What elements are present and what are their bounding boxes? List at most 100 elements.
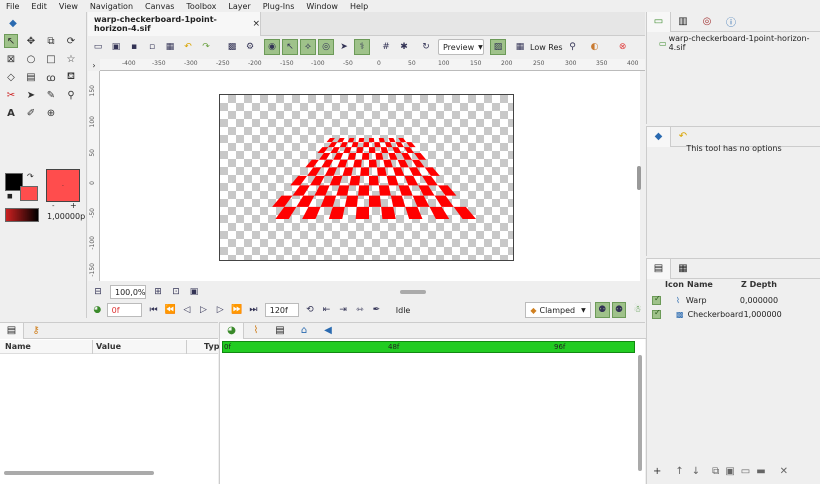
show-tangents-icon[interactable]: ⟡ <box>300 39 316 55</box>
canvas-browser-tab-icon[interactable]: ▭ <box>647 11 671 32</box>
next-keyframe-icon[interactable]: ⏩ <box>229 302 244 318</box>
next-frame-icon[interactable]: ▷ <box>213 302 228 318</box>
render-icon[interactable]: ▩ <box>224 39 240 55</box>
close-tab-icon[interactable]: × <box>252 19 260 29</box>
open-file-icon[interactable]: ▣ <box>108 39 124 55</box>
animation-mode-icon[interactable]: ◕ <box>90 302 105 318</box>
zoom-in-icon[interactable]: ⊞ <box>150 284 166 300</box>
menu-view[interactable]: View <box>53 2 84 11</box>
jack-icon[interactable]: ⇿ <box>352 302 367 318</box>
delete-layer-icon[interactable]: ▬ <box>756 466 765 477</box>
rotate-tool-icon[interactable]: ⟳ <box>64 34 78 48</box>
bounds-icon[interactable]: ⇤ <box>319 302 334 318</box>
ruler-corner-icon[interactable]: › <box>88 59 100 71</box>
zoom-out-icon[interactable]: ⊟ <box>90 284 106 300</box>
transform-tool-icon[interactable]: ↖ <box>4 34 18 48</box>
menu-help[interactable]: Help <box>344 2 374 11</box>
polygon-tool-icon[interactable]: ◇ <box>4 70 18 84</box>
scale-tool-icon[interactable]: ⧉ <box>44 34 58 48</box>
width-handles-icon[interactable]: ➤ <box>336 39 352 55</box>
gradient-swatch[interactable] <box>5 208 39 222</box>
menu-navigation[interactable]: Navigation <box>84 2 139 11</box>
navigator-tab-icon[interactable]: ◎ <box>695 12 719 32</box>
bounds-end-icon[interactable]: ⇥ <box>336 302 351 318</box>
timetrack-tab-icon[interactable]: ◕ <box>220 322 244 339</box>
params-column-type[interactable]: Typ <box>204 342 219 351</box>
width-tool-icon[interactable]: ➤ <box>24 88 38 102</box>
layer-visible-checkbox[interactable] <box>652 308 661 319</box>
raise-layer-icon[interactable]: ↑ <box>675 466 683 477</box>
keyframes-tab-icon[interactable]: ⚷ <box>24 323 48 339</box>
interpolation-dropdown[interactable]: ◆ Clamped ▼ <box>525 302 591 318</box>
low-res-toggle-icon[interactable]: ▦ <box>512 39 528 55</box>
params-column-name[interactable]: Name <box>5 342 31 351</box>
grid-icon[interactable]: # <box>378 39 394 55</box>
spline-tool-icon[interactable]: ꭃ <box>44 70 58 84</box>
brush-size-increase[interactable]: + <box>70 201 77 210</box>
pen-keyframe-icon[interactable]: ✒ <box>369 302 384 318</box>
brush-size-decrease[interactable]: - <box>52 202 55 210</box>
params-hscroll-thumb[interactable] <box>4 471 154 475</box>
layers-column-name[interactable]: Name <box>687 280 713 289</box>
preview-dropdown[interactable]: Preview ▼ <box>438 39 484 55</box>
reset-colors-icon[interactable]: ◼ <box>7 192 13 200</box>
show-vertices-icon[interactable]: ↖ <box>282 39 298 55</box>
refresh-icon[interactable]: ↻ <box>418 39 434 55</box>
duplicate-layer-icon[interactable]: ⧉ <box>712 466 719 477</box>
curves-tab-icon[interactable]: ⌇ <box>244 323 268 339</box>
show-radius-icon[interactable]: ◎ <box>318 39 334 55</box>
cutout-tool-icon[interactable]: ✂ <box>4 88 18 102</box>
params-tab-icon[interactable]: ▤ <box>0 322 24 339</box>
zoom-field[interactable]: 100,0% <box>110 285 146 299</box>
zoom-tool-icon[interactable]: ⊕ <box>44 106 58 120</box>
menu-layer[interactable]: Layer <box>222 2 256 11</box>
prev-keyframe-icon[interactable]: ⏪ <box>163 302 178 318</box>
save-all-icon[interactable]: ▦ <box>162 39 178 55</box>
timetrack-vscroll-thumb[interactable] <box>638 355 642 471</box>
stop-render-icon[interactable]: ⊗ <box>615 39 631 55</box>
time-slider[interactable]: 0f 48f 96f <box>222 341 635 353</box>
show-handles-icon[interactable]: ◉ <box>264 39 280 55</box>
group-layer-icon[interactable]: ▭ <box>741 466 750 477</box>
end-frame-field[interactable]: 120f <box>264 303 299 317</box>
layer-row-checkerboard[interactable]: ▩ Checkerboard 1,000000 <box>647 307 820 321</box>
smooth-move-tool-icon[interactable]: ✥ <box>24 34 38 48</box>
current-frame-field[interactable]: 0f <box>106 303 143 317</box>
mirror-tool-icon[interactable]: ⊠ <box>4 52 18 66</box>
encapsulate-layer-icon[interactable]: ▣ <box>725 466 734 477</box>
play-icon[interactable]: ▷ <box>196 302 211 318</box>
save-icon[interactable]: ▪ <box>126 39 142 55</box>
sound-panel-tab-icon[interactable]: ◀ <box>316 323 340 339</box>
star-tool-icon[interactable]: ☆ <box>64 52 78 66</box>
menu-toolbox[interactable]: Toolbox <box>180 2 222 11</box>
params-column-value[interactable]: Value <box>96 342 121 351</box>
bone-handles-icon[interactable]: ⚕ <box>354 39 370 55</box>
new-file-icon[interactable]: ▭ <box>90 39 106 55</box>
canvas-vscroll-thumb[interactable] <box>637 166 641 190</box>
onion-skin-icon[interactable]: ✱ <box>396 39 412 55</box>
layer-row-warp[interactable]: ⌇ Warp 0,000000 <box>647 293 820 307</box>
swap-colors-icon[interactable]: ↷ <box>27 172 34 181</box>
fill-tool-icon[interactable]: ⛾ <box>64 70 78 84</box>
toolbox-tab-icon[interactable]: ◆ <box>6 16 20 30</box>
library-tab-icon[interactable]: ▥ <box>671 12 695 32</box>
rectangle-tool-icon[interactable]: □ <box>44 52 58 66</box>
lock-past-keyframe-icon[interactable]: ⚉ <box>594 302 610 318</box>
sketch-tool-icon[interactable]: ✐ <box>24 106 38 120</box>
sound-icon[interactable]: ◐ <box>587 39 603 55</box>
magnifier-icon[interactable]: ⚲ <box>565 39 581 55</box>
gradient-tool-icon[interactable]: ▤ <box>24 70 38 84</box>
prev-frame-icon[interactable]: ◁ <box>180 302 195 318</box>
sets-tab-icon[interactable]: ▦ <box>671 259 695 279</box>
cut-layer-icon[interactable]: ✕ <box>780 466 788 477</box>
layers-column-zdepth[interactable]: Z Depth <box>741 280 777 289</box>
document-tab[interactable]: warp-checkerboard-1point-horizon-4.sif × <box>88 12 261 36</box>
canvas-metadata-tab-icon[interactable]: ▤ <box>268 323 292 339</box>
layers-column-icon[interactable]: Icon <box>665 280 684 289</box>
background-rendering-icon[interactable]: ▨ <box>490 39 506 55</box>
menu-window[interactable]: Window <box>300 2 344 11</box>
menu-edit[interactable]: Edit <box>25 2 53 11</box>
fill-color-swatch[interactable] <box>20 186 38 201</box>
draw-tool-icon[interactable]: ✎ <box>44 88 58 102</box>
menu-file[interactable]: File <box>0 2 25 11</box>
